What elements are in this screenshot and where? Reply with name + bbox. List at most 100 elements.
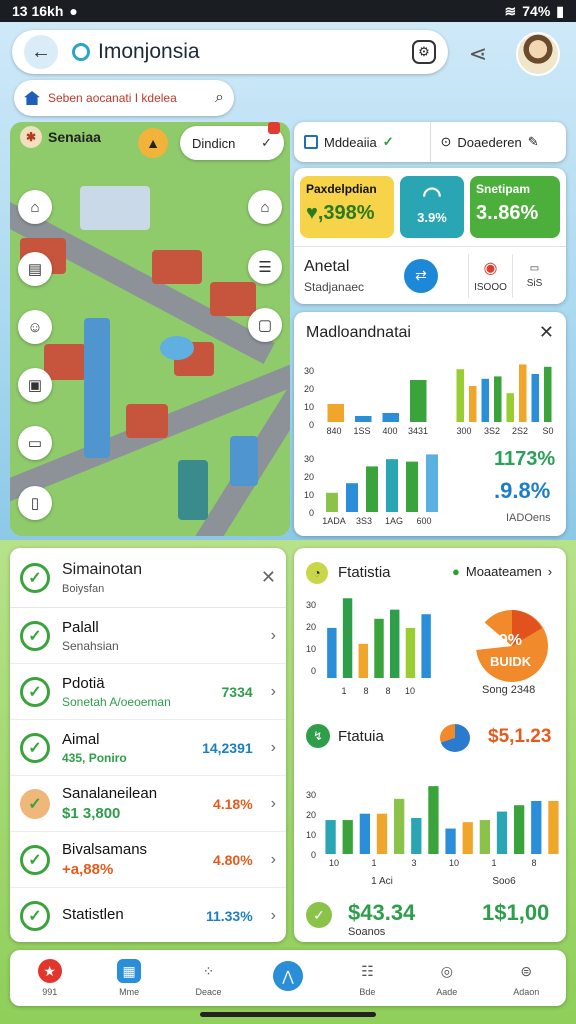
search-icon[interactable]: ⌕ bbox=[215, 89, 224, 107]
close-icon[interactable]: ✕ bbox=[261, 567, 276, 588]
settings-icon[interactable]: ⚙ bbox=[412, 40, 436, 64]
battery-icon: ▮ bbox=[556, 2, 564, 19]
chart-bar bbox=[342, 820, 353, 854]
share-icon[interactable]: ⋖ bbox=[460, 36, 496, 72]
nav-label: Adaon bbox=[513, 987, 540, 997]
map-tool-house-icon[interactable]: ⌂ bbox=[248, 190, 282, 224]
chart-bar bbox=[456, 369, 464, 422]
chart-bar bbox=[479, 820, 490, 854]
nav-item-5[interactable]: ☷ Bde bbox=[328, 959, 407, 998]
x-tick-label: 1ADA bbox=[322, 516, 346, 526]
kpi-tile-2[interactable]: ◠ 3.9% bbox=[400, 176, 464, 238]
list-item-value: 14,2391 bbox=[202, 739, 253, 756]
chart-bar bbox=[376, 813, 388, 854]
x-tick-label: 300 bbox=[456, 426, 471, 436]
tabs-card: Mddeaiia ✓ ⊙ Doaederen ✎ bbox=[294, 122, 566, 162]
verified-icon: ● bbox=[452, 564, 460, 579]
nav-item-7[interactable]: ⊜ Adaon bbox=[487, 959, 566, 998]
chart-percent-1: 1173% bbox=[494, 448, 556, 470]
list-item[interactable]: ✓ Pdotiä Sonetah A/oeoeman 7334 › bbox=[10, 664, 286, 720]
mini-stat-2[interactable]: ▭ SiS bbox=[512, 253, 556, 298]
map-tool-page-icon[interactable]: ▯ bbox=[18, 486, 52, 520]
chart-bar bbox=[531, 800, 542, 854]
map-tool-phone-icon[interactable]: ▢ bbox=[248, 308, 282, 342]
list-item-value: 11.33% bbox=[205, 907, 253, 924]
map-tool-case-icon[interactable]: ▭ bbox=[18, 426, 52, 460]
alert-icon: ⊙ bbox=[440, 134, 452, 149]
tab-label: Doaederen bbox=[457, 134, 522, 150]
check-icon: ✓ bbox=[382, 134, 394, 149]
secondary-search[interactable]: Seben aocanati I kdelea ⌕ bbox=[14, 80, 234, 116]
list-item[interactable]: ✓ Palall Senahsian › bbox=[10, 608, 286, 664]
list-item[interactable]: ✓ Sanalaneilean $1 3,800 4.18% › bbox=[10, 776, 286, 832]
chevron-right-icon: › bbox=[270, 850, 276, 868]
tab-mddeaiia[interactable]: Mddeaiia ✓ bbox=[294, 122, 431, 162]
chart-bar bbox=[506, 393, 514, 422]
home-indicator bbox=[200, 1012, 376, 1017]
x-axis-caption: Soo6 bbox=[492, 876, 516, 887]
close-icon[interactable]: ✕ bbox=[539, 322, 554, 343]
mini-stat-1-value: ISOOO bbox=[474, 282, 507, 293]
chart-bar bbox=[374, 618, 384, 678]
nav-item-1[interactable]: ★ 991 bbox=[10, 959, 89, 997]
kpi-2-value: 3.9% bbox=[417, 210, 447, 225]
swap-icon[interactable]: ⇄ bbox=[404, 258, 438, 293]
list-item-value: 7334 bbox=[221, 683, 253, 700]
tab-doaederen[interactable]: ⊙ Doaederen ✎ bbox=[431, 122, 567, 162]
chart-card: Madloandnatai ✕ 30 20 10 0 840 1SS 400 3431 300 3… bbox=[294, 312, 566, 536]
map-tool-list-icon[interactable]: ☰ bbox=[248, 250, 282, 284]
map-tool-user-icon[interactable]: ☺ bbox=[18, 310, 52, 344]
chart-percent-2: .9.8% bbox=[494, 478, 551, 503]
top-search-bar[interactable]: ← Imonjonsia ⚙ bbox=[12, 30, 448, 74]
nav-item-6[interactable]: ◎ Aade bbox=[407, 959, 486, 998]
list-item[interactable]: ✓ Statistlen 11.33% › bbox=[10, 888, 286, 942]
nav-item-4[interactable]: ⋀ bbox=[248, 961, 327, 995]
nav-item-3[interactable]: ⁘ Deace bbox=[169, 959, 248, 998]
map-filter-pill[interactable]: Dindicn ✓ bbox=[180, 122, 284, 160]
status-bar: 13 16kh ● ≋ 74% ▮ bbox=[0, 0, 576, 22]
map-tool-box-icon[interactable]: ▣ bbox=[18, 368, 52, 402]
chevron-right-icon: › bbox=[270, 626, 276, 644]
anetal-title: Anetal bbox=[304, 257, 350, 275]
chart-bar bbox=[462, 822, 473, 854]
list-item-subtitle: Sonetah A/oeoeman bbox=[62, 694, 171, 709]
kpi-tile-1[interactable]: Paxdelpdian ♥,398% bbox=[300, 176, 394, 238]
nav-label: Aade bbox=[436, 987, 458, 997]
list-item-title: Palall bbox=[62, 618, 99, 636]
chart-bar bbox=[426, 454, 438, 512]
list-item-subtitle: 435, Poniro bbox=[62, 750, 127, 765]
search-input[interactable]: Seben aocanati I kdelea bbox=[48, 91, 215, 105]
y-tick-label: 10 bbox=[304, 402, 314, 412]
kpi-3-label: Snetipam bbox=[476, 182, 531, 196]
mini-stat-1[interactable]: ◉ ISOOO bbox=[468, 253, 512, 298]
chart-bar bbox=[494, 376, 502, 422]
list-item[interactable]: ✓ Aimal 435, Poniro 14,2391 › bbox=[10, 720, 286, 776]
pie-caption: Song 2348 bbox=[482, 684, 536, 696]
check-icon: ✓ bbox=[306, 902, 332, 928]
nav-label: 991 bbox=[42, 987, 58, 997]
map-tool-bag-icon[interactable]: ⌂ bbox=[18, 190, 52, 224]
back-arrow-icon[interactable]: ← bbox=[24, 35, 58, 69]
list-item-title: Aimal bbox=[62, 730, 100, 748]
chart-caption: IADOens bbox=[506, 512, 551, 524]
mini-pie-icon bbox=[440, 724, 470, 752]
list-item-value: 4.80% bbox=[212, 851, 253, 868]
kpi-tile-3[interactable]: Snetipam 3..86% bbox=[470, 176, 560, 238]
map-tool-doc-icon[interactable]: ▤ bbox=[18, 252, 52, 286]
list-item-subtitle: $1 3,800 bbox=[62, 805, 121, 822]
x-tick-label: 10 bbox=[405, 686, 415, 696]
list-item[interactable]: ✓ Bivalsamans +a,88% 4.80% › bbox=[10, 832, 286, 888]
warning-icon[interactable]: ▲ bbox=[138, 128, 168, 158]
x-tick-label: 8 bbox=[531, 858, 536, 868]
panel-link[interactable]: ● Moaateamen › bbox=[452, 564, 552, 579]
x-tick-label: 840 bbox=[326, 426, 341, 436]
map-location-chip[interactable]: ✱ Senaiaa bbox=[20, 126, 101, 148]
user-avatar[interactable] bbox=[516, 32, 560, 76]
x-tick-label: 600 bbox=[416, 516, 431, 526]
x-tick-label: 400 bbox=[382, 426, 397, 436]
y-tick-label: 30 bbox=[304, 366, 314, 376]
database-icon: ⊜ bbox=[520, 962, 533, 979]
chart-bar bbox=[428, 786, 439, 854]
x-tick-label: 1 bbox=[491, 858, 496, 868]
nav-item-2[interactable]: ▦ Mme bbox=[89, 959, 168, 997]
